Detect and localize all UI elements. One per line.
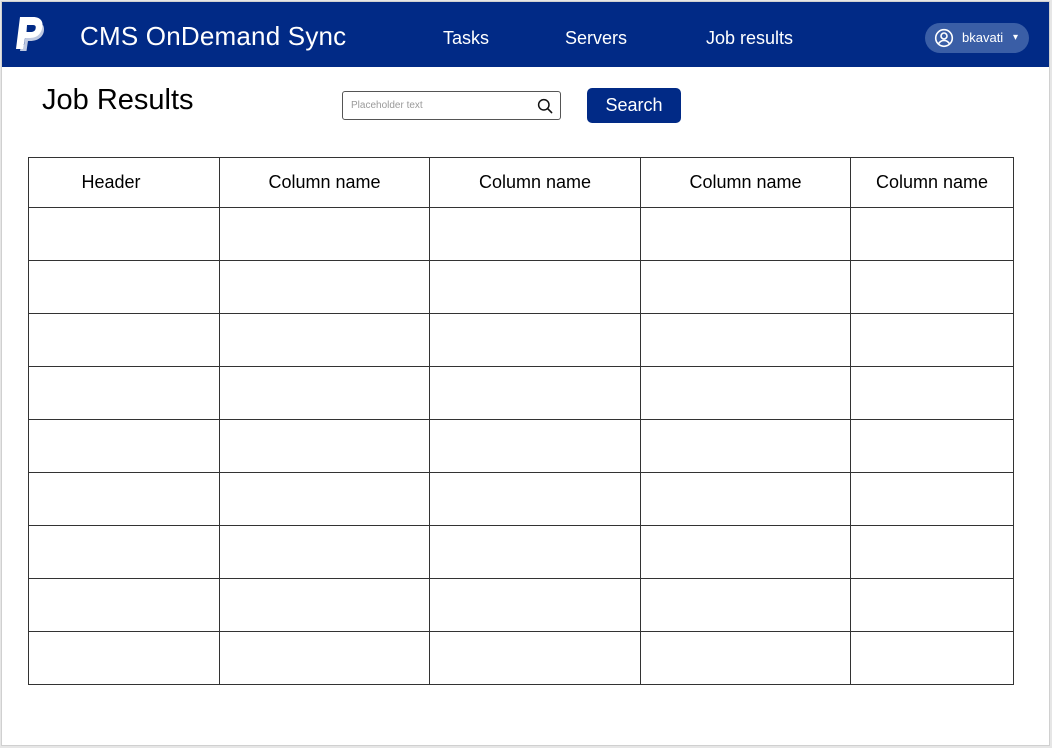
- table-row[interactable]: [28, 260, 1014, 314]
- search-icon[interactable]: [537, 98, 553, 114]
- table-cell: [429, 472, 641, 526]
- app-window: CMS OnDemand Sync Tasks Servers Job resu…: [1, 1, 1050, 746]
- table-row[interactable]: [28, 366, 1014, 420]
- table-row[interactable]: [28, 578, 1014, 632]
- table-cell: [28, 207, 220, 261]
- table-row[interactable]: [28, 419, 1014, 473]
- table-cell: [219, 260, 430, 314]
- page-title: Job Results: [42, 84, 194, 116]
- table-cell: [219, 366, 430, 420]
- nav-tasks[interactable]: Tasks: [443, 26, 489, 50]
- table-cell: [850, 207, 1014, 261]
- table-cell: [219, 525, 430, 579]
- table-cell: [429, 578, 641, 632]
- table-header-row: Header Column name Column name Column name C…: [28, 157, 1014, 208]
- table-cell: [28, 313, 220, 367]
- top-nav-bar: CMS OnDemand Sync Tasks Servers Job resu…: [2, 2, 1049, 67]
- nav-servers[interactable]: Servers: [565, 26, 627, 50]
- table-cell: [850, 631, 1014, 685]
- table-cell: [28, 419, 220, 473]
- table-row[interactable]: [28, 472, 1014, 526]
- table-cell: [640, 207, 851, 261]
- table-cell: [429, 525, 641, 579]
- table-cell: [640, 631, 851, 685]
- table-header-cell-column-name[interactable]: Column name: [219, 157, 430, 208]
- table-cell: [850, 313, 1014, 367]
- table-cell: [429, 260, 641, 314]
- table-cell: [850, 472, 1014, 526]
- search-box: [342, 91, 561, 120]
- table-cell: [640, 472, 851, 526]
- table-cell: [429, 631, 641, 685]
- table-header-cell-header[interactable]: Header: [28, 157, 220, 208]
- table-cell: [28, 366, 220, 420]
- table-cell: [219, 419, 430, 473]
- table-cell: [640, 366, 851, 420]
- table-cell: [640, 260, 851, 314]
- table-cell: [28, 631, 220, 685]
- table-cell: [28, 472, 220, 526]
- app-title: CMS OnDemand Sync: [80, 21, 347, 51]
- table-cell: [640, 419, 851, 473]
- table-cell: [28, 260, 220, 314]
- table-cell: [28, 578, 220, 632]
- search-button[interactable]: Search: [587, 88, 681, 123]
- table-cell: [219, 578, 430, 632]
- nav-job-results[interactable]: Job results: [706, 26, 793, 50]
- table-cell: [28, 525, 220, 579]
- table-cell: [219, 207, 430, 261]
- table-cell: [640, 578, 851, 632]
- table-cell: [640, 313, 851, 367]
- user-circle-icon: [934, 28, 954, 48]
- table-header-cell-column-name[interactable]: Column name: [850, 157, 1014, 208]
- job-results-table: Header Column name Column name Column name C…: [28, 157, 1014, 685]
- table-row[interactable]: [28, 313, 1014, 367]
- search-input[interactable]: [349, 96, 533, 115]
- chevron-down-icon: ▾: [1013, 32, 1019, 43]
- table-header-cell-column-name[interactable]: Column name: [429, 157, 641, 208]
- table-cell: [850, 419, 1014, 473]
- table-row[interactable]: [28, 525, 1014, 579]
- paypal-logo-icon[interactable]: [14, 16, 46, 52]
- table-cell: [850, 578, 1014, 632]
- table-cell: [429, 366, 641, 420]
- table-cell: [219, 472, 430, 526]
- table-row[interactable]: [28, 207, 1014, 261]
- table-cell: [640, 525, 851, 579]
- table-cell: [219, 631, 430, 685]
- table-cell: [429, 419, 641, 473]
- user-name: bkavati: [962, 30, 1004, 45]
- table-cell: [850, 366, 1014, 420]
- table-cell: [850, 260, 1014, 314]
- table-cell: [429, 207, 641, 261]
- table-body: [28, 207, 1014, 685]
- table-header-cell-column-name[interactable]: Column name: [640, 157, 851, 208]
- table-cell: [850, 525, 1014, 579]
- table-row[interactable]: [28, 631, 1014, 685]
- user-menu-button[interactable]: bkavati ▾: [925, 23, 1029, 53]
- table-cell: [219, 313, 430, 367]
- table-cell: [429, 313, 641, 367]
